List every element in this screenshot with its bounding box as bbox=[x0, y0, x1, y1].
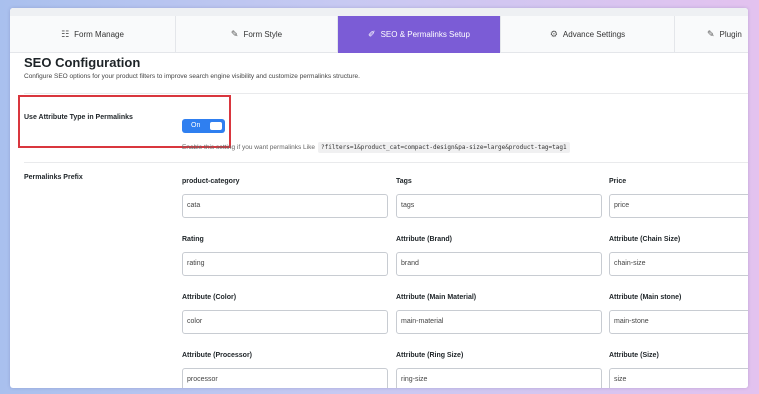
tab-bar: ☷ Form Manage ✎ Form Style ✐ SEO & Perma… bbox=[10, 16, 748, 53]
field-input[interactable]: main-stone bbox=[609, 310, 748, 334]
prefix-field-tags: Tags tags bbox=[396, 178, 602, 218]
field-input[interactable]: color bbox=[182, 310, 388, 334]
tab-label: SEO & Permalinks Setup bbox=[380, 30, 470, 39]
field-label: product-category bbox=[182, 178, 240, 185]
field-label: Attribute (Main stone) bbox=[609, 294, 682, 301]
field-label: Attribute (Ring Size) bbox=[396, 352, 464, 359]
field-label: Attribute (Chain Size) bbox=[609, 236, 681, 243]
prefix-field-main-stone: Attribute (Main stone) main-stone bbox=[609, 294, 748, 334]
permalinks-prefix-label: Permalinks Prefix bbox=[24, 174, 83, 181]
field-input[interactable]: cata bbox=[182, 194, 388, 218]
field-input[interactable]: rating bbox=[182, 252, 388, 276]
divider bbox=[24, 162, 748, 163]
prefix-field-main-material: Attribute (Main Material) main-material bbox=[396, 294, 602, 334]
field-label: Rating bbox=[182, 236, 204, 243]
attribute-type-label: Use Attribute Type in Permalinks bbox=[24, 114, 133, 121]
field-input[interactable]: chain-size bbox=[609, 252, 748, 276]
field-label: Attribute (Color) bbox=[182, 294, 237, 301]
field-label: Attribute (Processor) bbox=[182, 352, 253, 359]
hint-text: Enable this setting if you want permalin… bbox=[182, 144, 315, 151]
prefix-field-price: Price price bbox=[609, 178, 748, 218]
tab-label: Advance Settings bbox=[562, 30, 626, 39]
plug-icon: ✎ bbox=[707, 29, 715, 40]
field-label: Attribute (Size) bbox=[609, 352, 659, 359]
tab-plugin[interactable]: ✎ Plugin bbox=[675, 16, 748, 53]
tab-form-style[interactable]: ✎ Form Style bbox=[176, 16, 338, 53]
field-input[interactable]: price bbox=[609, 194, 748, 218]
toggle-knob bbox=[210, 122, 222, 130]
brush-icon: ✎ bbox=[230, 29, 239, 40]
field-input[interactable]: tags bbox=[396, 194, 602, 218]
field-input[interactable]: ring-size bbox=[396, 368, 602, 388]
gear-icon: ⚙ bbox=[549, 29, 558, 40]
sliders-icon: ☷ bbox=[61, 29, 70, 40]
permalink-example: ?filters=1&product_cat=compact-design&pa… bbox=[317, 142, 570, 153]
tab-form-manage[interactable]: ☷ Form Manage bbox=[10, 16, 176, 53]
tab-seo-permalinks[interactable]: ✐ SEO & Permalinks Setup bbox=[338, 16, 501, 53]
toggle-text: On bbox=[191, 122, 201, 129]
attribute-type-toggle[interactable]: On bbox=[182, 119, 225, 133]
divider bbox=[24, 93, 748, 94]
field-input[interactable]: main-material bbox=[396, 310, 602, 334]
page-title: SEO Configuration bbox=[24, 55, 141, 70]
field-input[interactable]: brand bbox=[396, 252, 602, 276]
prefix-field-color: Attribute (Color) color bbox=[182, 294, 388, 334]
field-label: Price bbox=[609, 178, 627, 185]
prefix-field-brand: Attribute (Brand) brand bbox=[396, 236, 602, 276]
field-label: Tags bbox=[396, 178, 412, 185]
page-subtitle: Configure SEO options for your product f… bbox=[24, 73, 360, 80]
field-input[interactable]: size bbox=[609, 368, 748, 388]
tab-label: Form Style bbox=[243, 30, 283, 39]
prefix-field-ring-size: Attribute (Ring Size) ring-size bbox=[396, 352, 602, 388]
prefix-field-processor: Attribute (Processor) processor bbox=[182, 352, 388, 388]
attribute-type-hint: Enable this setting if you want permalin… bbox=[182, 142, 570, 153]
top-strip bbox=[10, 8, 748, 16]
tab-label: Form Manage bbox=[74, 30, 124, 39]
prefix-field-size: Attribute (Size) size bbox=[609, 352, 748, 388]
settings-window: ☷ Form Manage ✎ Form Style ✐ SEO & Perma… bbox=[10, 8, 748, 388]
tab-label: Plugin bbox=[719, 30, 742, 39]
prefix-field-rating: Rating rating bbox=[182, 236, 388, 276]
field-label: Attribute (Main Material) bbox=[396, 294, 477, 301]
field-input[interactable]: processor bbox=[182, 368, 388, 388]
link-icon: ✐ bbox=[368, 29, 376, 40]
prefix-field-product-category: product-category cata bbox=[182, 178, 388, 218]
prefix-field-chain-size: Attribute (Chain Size) chain-size bbox=[609, 236, 748, 276]
field-label: Attribute (Brand) bbox=[396, 236, 452, 243]
tab-advance-settings[interactable]: ⚙ Advance Settings bbox=[501, 16, 675, 53]
